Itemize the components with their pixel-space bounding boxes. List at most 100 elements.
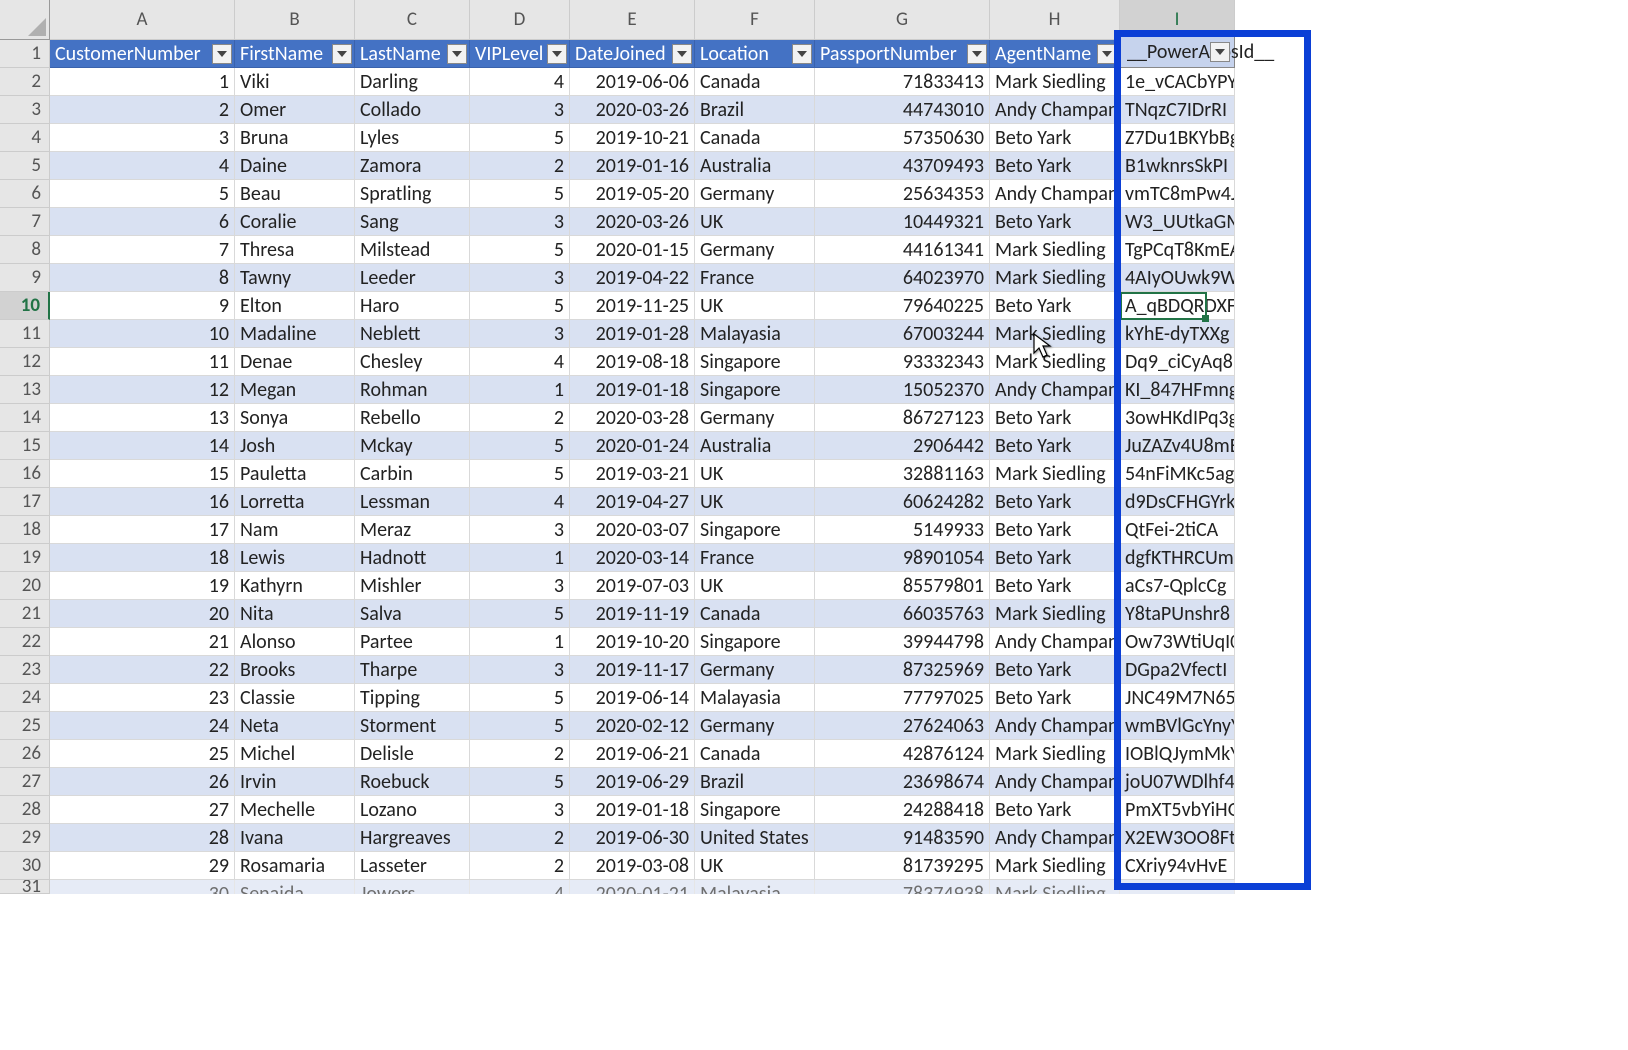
cell-G16[interactable]: 32881163 (815, 460, 990, 488)
cell-I4[interactable]: Z7Du1BKYbBg (1120, 124, 1235, 152)
cell-G24[interactable]: 77797025 (815, 684, 990, 712)
cell-B3[interactable]: Omer (235, 96, 355, 124)
cell-F10[interactable]: UK (695, 292, 815, 320)
cell-G18[interactable]: 5149933 (815, 516, 990, 544)
cell-A15[interactable]: 14 (50, 432, 235, 460)
cell-A22[interactable]: 21 (50, 628, 235, 656)
table-header-lastname[interactable]: LastName (355, 40, 470, 68)
cell-H5[interactable]: Beto Yark (990, 152, 1120, 180)
cell-H4[interactable]: Beto Yark (990, 124, 1120, 152)
cell-D18[interactable]: 3 (470, 516, 570, 544)
cell-D17[interactable]: 4 (470, 488, 570, 516)
cell-C8[interactable]: Milstead (355, 236, 470, 264)
cell-B10[interactable]: Elton (235, 292, 355, 320)
cell-C23[interactable]: Tharpe (355, 656, 470, 684)
table-header-firstname[interactable]: FirstName (235, 40, 355, 68)
cell-A14[interactable]: 13 (50, 404, 235, 432)
row-header-22[interactable]: 22 (0, 628, 50, 656)
cell-A13[interactable]: 12 (50, 376, 235, 404)
cell-F27[interactable]: Brazil (695, 768, 815, 796)
cell-I21[interactable]: Y8taPUnshr8 (1120, 600, 1235, 628)
cell-F16[interactable]: UK (695, 460, 815, 488)
cell-B2[interactable]: Viki (235, 68, 355, 96)
cell-A8[interactable]: 7 (50, 236, 235, 264)
row-header-9[interactable]: 9 (0, 264, 50, 292)
cell-F5[interactable]: Australia (695, 152, 815, 180)
cell-D22[interactable]: 1 (470, 628, 570, 656)
cell-B11[interactable]: Madaline (235, 320, 355, 348)
cell-E4[interactable]: 2019-10-21 (570, 124, 695, 152)
cell-G9[interactable]: 64023970 (815, 264, 990, 292)
cell-B18[interactable]: Nam (235, 516, 355, 544)
cell-B20[interactable]: Kathyrn (235, 572, 355, 600)
row-header-30[interactable]: 30 (0, 852, 50, 880)
cell-E14[interactable]: 2020-03-28 (570, 404, 695, 432)
cell-C25[interactable]: Storment (355, 712, 470, 740)
cell-A23[interactable]: 22 (50, 656, 235, 684)
cell-H11[interactable]: Mark Siedling (990, 320, 1120, 348)
cell-D28[interactable]: 3 (470, 796, 570, 824)
cell-A30[interactable]: 29 (50, 852, 235, 880)
cell-C27[interactable]: Roebuck (355, 768, 470, 796)
cell-H24[interactable]: Beto Yark (990, 684, 1120, 712)
cell-G22[interactable]: 39944798 (815, 628, 990, 656)
cell-C18[interactable]: Meraz (355, 516, 470, 544)
cell-F22[interactable]: Singapore (695, 628, 815, 656)
row-header-18[interactable]: 18 (0, 516, 50, 544)
cell-G15[interactable]: 2906442 (815, 432, 990, 460)
cell-C26[interactable]: Delisle (355, 740, 470, 768)
cell-E22[interactable]: 2019-10-20 (570, 628, 695, 656)
cell-G14[interactable]: 86727123 (815, 404, 990, 432)
cell-E30[interactable]: 2019-03-08 (570, 852, 695, 880)
cell-C21[interactable]: Salva (355, 600, 470, 628)
filter-dropdown-icon[interactable] (1097, 44, 1117, 64)
cell-D16[interactable]: 5 (470, 460, 570, 488)
cell-F14[interactable]: Germany (695, 404, 815, 432)
cell-B30[interactable]: Rosamaria (235, 852, 355, 880)
column-header-E[interactable]: E (570, 0, 695, 40)
cell-E16[interactable]: 2019-03-21 (570, 460, 695, 488)
row-header-6[interactable]: 6 (0, 180, 50, 208)
column-header-F[interactable]: F (695, 0, 815, 40)
cell-H29[interactable]: Andy Champan (990, 824, 1120, 852)
cell-E10[interactable]: 2019-11-25 (570, 292, 695, 320)
row-header-5[interactable]: 5 (0, 152, 50, 180)
row-header-17[interactable]: 17 (0, 488, 50, 516)
row-header-20[interactable]: 20 (0, 572, 50, 600)
cell-H23[interactable]: Beto Yark (990, 656, 1120, 684)
row-header-1[interactable]: 1 (0, 40, 50, 68)
cell-D8[interactable]: 5 (470, 236, 570, 264)
cell-F7[interactable]: UK (695, 208, 815, 236)
cell-F29[interactable]: United States (695, 824, 815, 852)
column-header-B[interactable]: B (235, 0, 355, 40)
cell-F12[interactable]: Singapore (695, 348, 815, 376)
row-header-12[interactable]: 12 (0, 348, 50, 376)
cell-H19[interactable]: Beto Yark (990, 544, 1120, 572)
row-header-13[interactable]: 13 (0, 376, 50, 404)
cell-G25[interactable]: 27624063 (815, 712, 990, 740)
cell-F4[interactable]: Canada (695, 124, 815, 152)
row-header-28[interactable]: 28 (0, 796, 50, 824)
cell-E15[interactable]: 2020-01-24 (570, 432, 695, 460)
cell-C14[interactable]: Rebello (355, 404, 470, 432)
filter-dropdown-icon[interactable] (1210, 42, 1230, 62)
row-header-31[interactable]: 31 (0, 880, 50, 894)
cell-G29[interactable]: 91483590 (815, 824, 990, 852)
column-header-G[interactable]: G (815, 0, 990, 40)
cell-A17[interactable]: 16 (50, 488, 235, 516)
cell-H28[interactable]: Beto Yark (990, 796, 1120, 824)
cell-I2[interactable]: 1e_vCACbYPY (1120, 68, 1235, 96)
cell-I23[interactable]: DGpa2VfectI (1120, 656, 1235, 684)
cell-I6[interactable]: vmTC8mPw4Jg (1120, 180, 1235, 208)
cell-G12[interactable]: 93332343 (815, 348, 990, 376)
cell-I10[interactable]: A_qBDQRDXFk (1120, 292, 1235, 320)
cell-I13[interactable]: KI_847HFmng (1120, 376, 1235, 404)
cell-I5[interactable]: B1wknrsSkPI (1120, 152, 1235, 180)
cell-H17[interactable]: Beto Yark (990, 488, 1120, 516)
cell-E24[interactable]: 2019-06-14 (570, 684, 695, 712)
filter-dropdown-icon[interactable] (447, 44, 467, 64)
cell-F19[interactable]: France (695, 544, 815, 572)
cell-G11[interactable]: 67003244 (815, 320, 990, 348)
cell-E20[interactable]: 2019-07-03 (570, 572, 695, 600)
cell-H20[interactable]: Beto Yark (990, 572, 1120, 600)
